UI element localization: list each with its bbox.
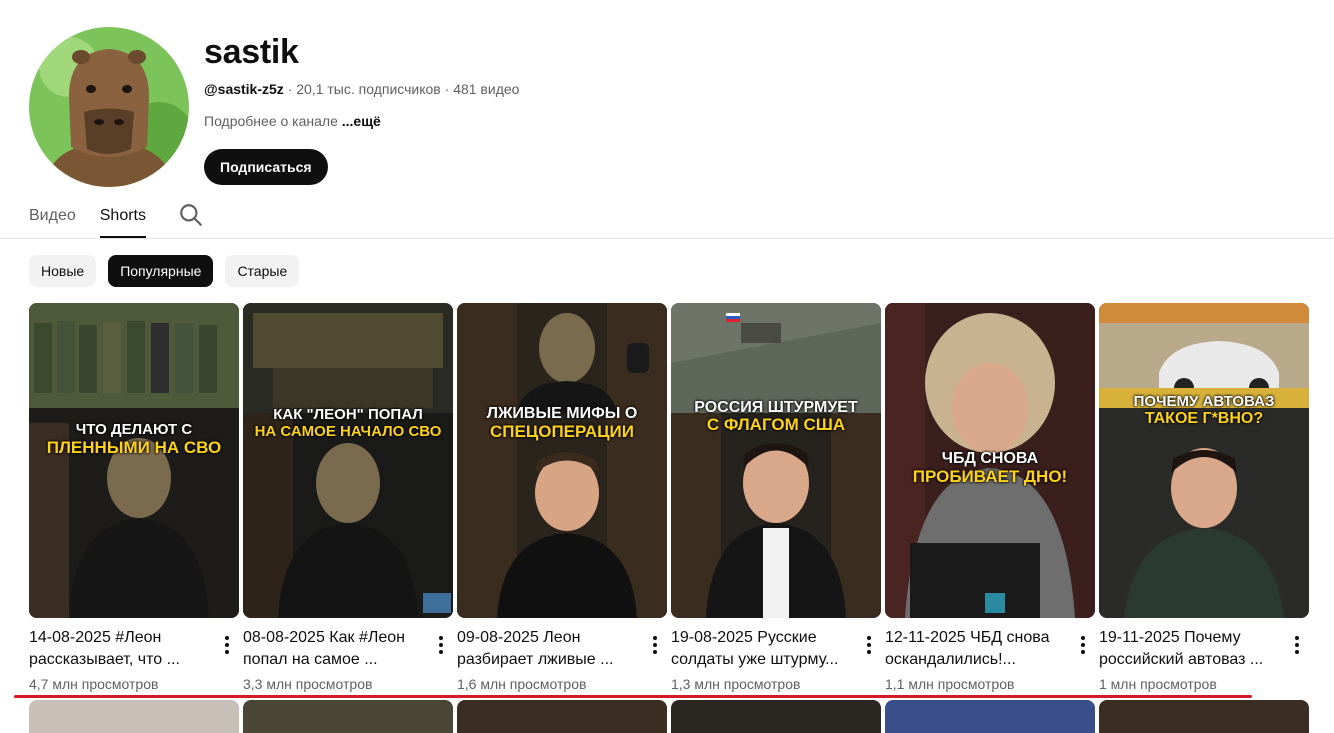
short-views: 3,3 млн просмотров: [243, 676, 373, 692]
channel-handle: @sastik-z5z: [204, 81, 284, 97]
short-views: 1,1 млн просмотров: [885, 676, 1015, 692]
more-vert-icon[interactable]: [1285, 633, 1309, 657]
short-card[interactable]: ПОЧЕМУ АВТОВАЗ ТАКОЕ Г*ВНО? 19-11-2025 П…: [1099, 303, 1309, 694]
channel-meta: @sastik-z5z · 20,1 тыс. подписчиков · 48…: [204, 79, 519, 99]
subscriber-count: 20,1 тыс. подписчиков: [296, 81, 441, 97]
short-thumbnail-partial[interactable]: [671, 700, 881, 733]
short-card[interactable]: ЛЖИВЫЕ МИФЫ О СПЕЦОПЕРАЦИИ 09-08-2025 Ле…: [457, 303, 667, 694]
thumbnail-caption-line2: ПЛЕННЫМИ НА СВО: [46, 438, 222, 457]
search-icon[interactable]: [178, 202, 204, 228]
short-thumbnail-partial[interactable]: [29, 700, 239, 733]
more-link[interactable]: ...ещё: [342, 113, 381, 129]
thumbnail-caption-line1: ПОЧЕМУ АВТОВАЗ: [1133, 393, 1275, 410]
short-title[interactable]: 19-11-2025 Почему российский автоваз ...: [1099, 627, 1279, 671]
thumbnail-caption-line2: ПРОБИВАЕТ ДНО!: [912, 467, 1068, 486]
capybara-avatar-icon: [29, 27, 189, 187]
sort-chips: Новые Популярные Старые: [29, 255, 300, 287]
short-thumbnail[interactable]: КАК "ЛЕОН" ПОПАЛ НА САМОЕ НАЧАЛО СВО: [243, 303, 453, 618]
thumbnail-image: [243, 303, 453, 618]
channel-name: sastik: [204, 33, 299, 71]
short-thumbnail[interactable]: ПОЧЕМУ АВТОВАЗ ТАКОЕ Г*ВНО?: [1099, 303, 1309, 618]
tab-videos[interactable]: Видео: [29, 196, 76, 238]
thumbnail-image: [671, 303, 881, 618]
short-views: 4,7 млн просмотров: [29, 676, 159, 692]
short-title[interactable]: 19-08-2025 Русские солдаты уже штурму...: [671, 627, 851, 671]
channel-header: sastik @sastik-z5z · 20,1 тыс. подписчик…: [29, 27, 1309, 187]
short-title[interactable]: 08-08-2025 Как #Леон попал на самое ...: [243, 627, 423, 671]
short-title[interactable]: 12-11-2025 ЧБД снова оскандалились!...: [885, 627, 1065, 671]
short-title[interactable]: 14-08-2025 #Леон рассказывает, что ...: [29, 627, 209, 671]
short-card[interactable]: РОССИЯ ШТУРМУЕТ С ФЛАГОМ США 19-08-2025 …: [671, 303, 881, 694]
short-thumbnail-partial[interactable]: [457, 700, 667, 733]
more-vert-icon[interactable]: [1071, 633, 1095, 657]
thumbnail-caption-line2: С ФЛАГОМ США: [706, 415, 846, 434]
channel-info: sastik @sastik-z5z · 20,1 тыс. подписчик…: [204, 27, 519, 185]
chip-new[interactable]: Новые: [29, 255, 97, 287]
more-vert-icon[interactable]: [429, 633, 453, 657]
thumbnail-caption-line1: ЧТО ДЕЛАЮТ С: [75, 421, 193, 438]
short-views: 1,3 млн просмотров: [671, 676, 801, 692]
thumbnail-image: [29, 303, 239, 618]
short-card[interactable]: КАК "ЛЕОН" ПОПАЛ НА САМОЕ НАЧАЛО СВО 08-…: [243, 303, 453, 694]
thumbnail-caption-line2: НА САМОЕ НАЧАЛО СВО: [254, 423, 442, 440]
thumbnail-caption-line1: КАК "ЛЕОН" ПОПАЛ: [273, 406, 423, 423]
tabs-divider: [0, 238, 1334, 239]
video-count: 481 видео: [453, 81, 520, 97]
thumbnail-caption-line1: ЧБД СНОВА: [941, 450, 1039, 467]
more-vert-icon[interactable]: [215, 633, 239, 657]
about-text: Подробнее о канале: [204, 113, 338, 129]
short-thumbnail-partial[interactable]: [885, 700, 1095, 733]
subscribe-button[interactable]: Подписаться: [204, 149, 328, 185]
short-views: 1,6 млн просмотров: [457, 676, 587, 692]
short-title[interactable]: 09-08-2025 Леон разбирает лживые ...: [457, 627, 637, 671]
short-card[interactable]: ЧТО ДЕЛАЮТ С ПЛЕННЫМИ НА СВО 14-08-2025 …: [29, 303, 239, 694]
thumbnail-caption-line2: ТАКОЕ Г*ВНО?: [1144, 410, 1264, 427]
short-thumbnail[interactable]: ЛЖИВЫЕ МИФЫ О СПЕЦОПЕРАЦИИ: [457, 303, 667, 618]
chip-old[interactable]: Старые: [225, 255, 300, 287]
short-thumbnail[interactable]: ЧБД СНОВА ПРОБИВАЕТ ДНО!: [885, 303, 1095, 618]
short-thumbnail-partial[interactable]: [1099, 700, 1309, 733]
thumbnail-caption-line1: ЛЖИВЫЕ МИФЫ О: [486, 405, 638, 422]
short-thumbnail[interactable]: ЧТО ДЕЛАЮТ С ПЛЕННЫМИ НА СВО: [29, 303, 239, 618]
more-vert-icon[interactable]: [857, 633, 881, 657]
thumbnail-image: [1099, 303, 1309, 618]
channel-avatar[interactable]: [29, 27, 189, 187]
short-thumbnail[interactable]: РОССИЯ ШТУРМУЕТ С ФЛАГОМ США: [671, 303, 881, 618]
chip-popular[interactable]: Популярные: [108, 255, 214, 287]
short-thumbnail-partial[interactable]: [243, 700, 453, 733]
meta-separator: ·: [444, 81, 454, 97]
channel-tabs: Видео Shorts: [29, 196, 204, 238]
short-card[interactable]: ЧБД СНОВА ПРОБИВАЕТ ДНО! 12-11-2025 ЧБД …: [885, 303, 1095, 694]
tab-shorts[interactable]: Shorts: [99, 196, 146, 238]
thumbnail-image: [457, 303, 667, 618]
more-vert-icon[interactable]: [643, 633, 667, 657]
thumbnail-caption-line2: СПЕЦОПЕРАЦИИ: [489, 422, 634, 441]
annotation-underline: [14, 695, 1252, 698]
about-link[interactable]: Подробнее о канале ...ещё: [204, 111, 519, 131]
meta-separator: ·: [287, 81, 297, 97]
short-views: 1 млн просмотров: [1099, 676, 1217, 692]
